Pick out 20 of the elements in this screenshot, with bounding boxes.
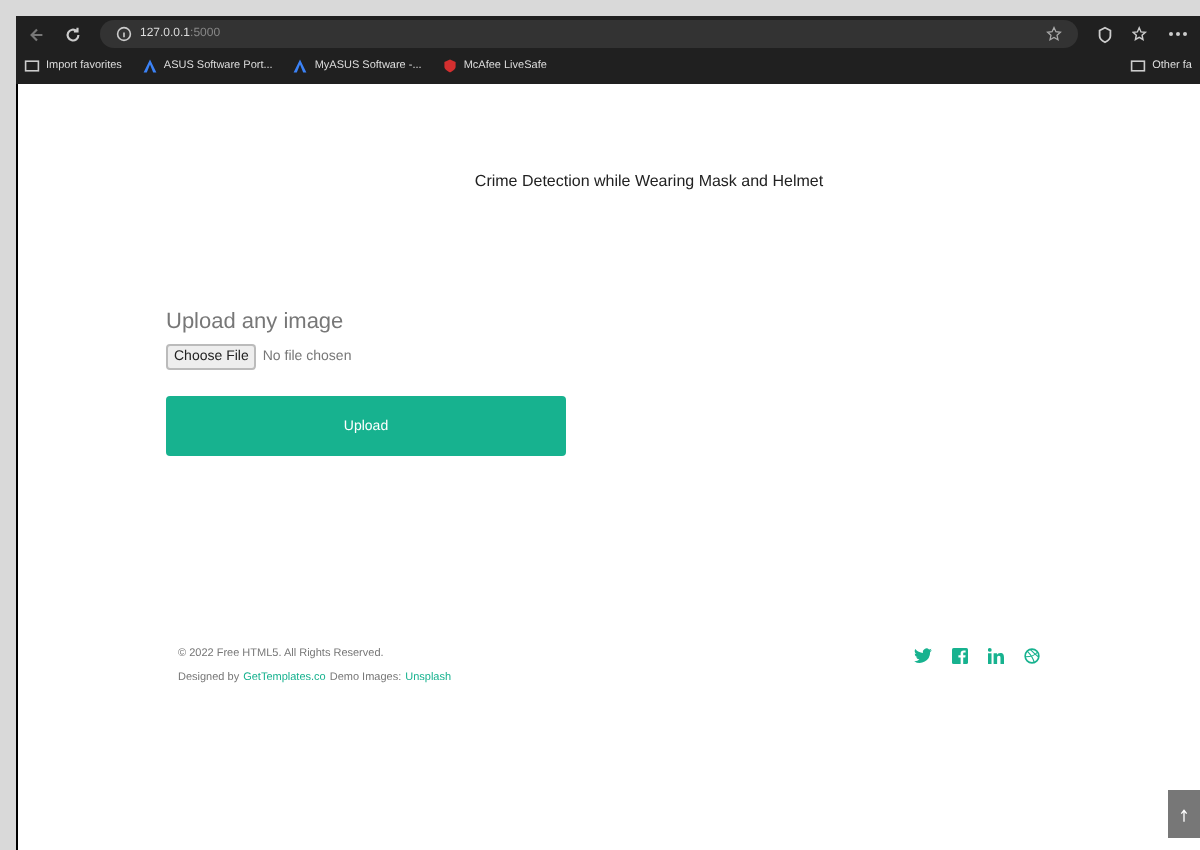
logo bbox=[292, 58, 309, 74]
shield-icon[interactable] bbox=[1096, 25, 1114, 43]
logo bbox=[141, 58, 158, 74]
back-to-top-button[interactable] bbox=[1168, 790, 1200, 838]
shield-icon bbox=[441, 58, 458, 74]
back-icon[interactable] bbox=[28, 25, 46, 43]
arrow-up-icon bbox=[1180, 807, 1188, 821]
page-title: Crime Detection while Wearing Mask and Helmet bbox=[472, 172, 826, 190]
dribbble-icon[interactable] bbox=[1024, 648, 1040, 664]
more-icon[interactable] bbox=[1168, 30, 1188, 38]
star-icon[interactable] bbox=[1046, 26, 1062, 42]
facebook-icon[interactable] bbox=[952, 648, 968, 664]
folder-icon bbox=[1130, 58, 1147, 74]
twitter-icon[interactable] bbox=[914, 648, 932, 664]
reload-icon[interactable] bbox=[64, 25, 82, 43]
linkedin-icon[interactable] bbox=[988, 648, 1004, 664]
folder-icon bbox=[24, 58, 40, 74]
upload-heading: Upload any image bbox=[166, 310, 346, 334]
favorites-icon[interactable] bbox=[1132, 25, 1150, 43]
info-icon bbox=[116, 26, 132, 42]
